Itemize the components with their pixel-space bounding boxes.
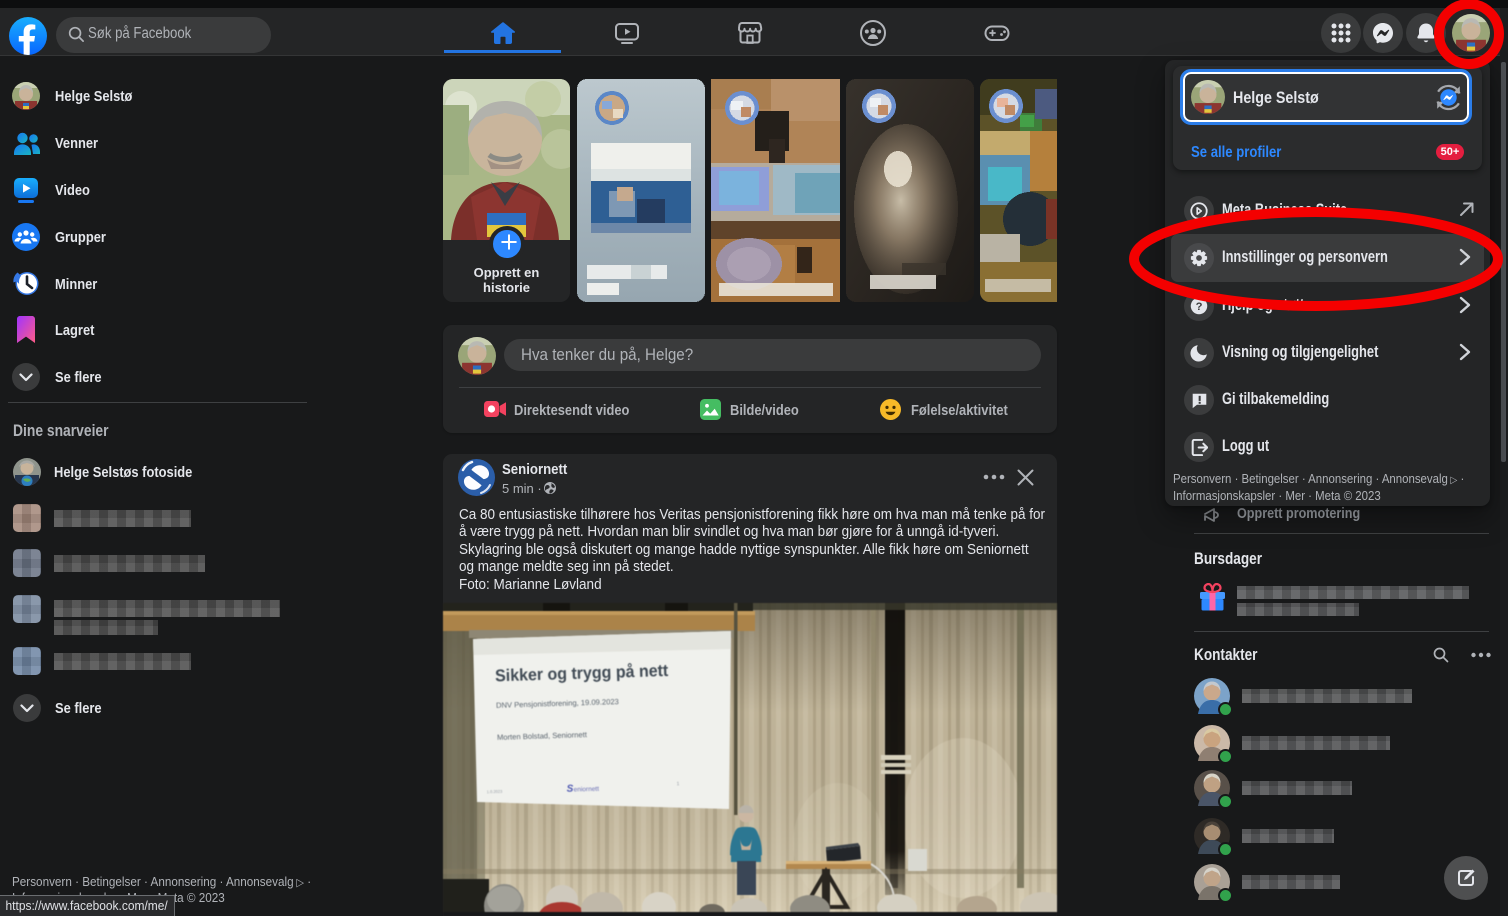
svg-text:1.0.2023: 1.0.2023 xyxy=(487,789,503,795)
svg-text:eniornett: eniornett xyxy=(574,786,600,794)
svg-text:1: 1 xyxy=(676,781,679,787)
